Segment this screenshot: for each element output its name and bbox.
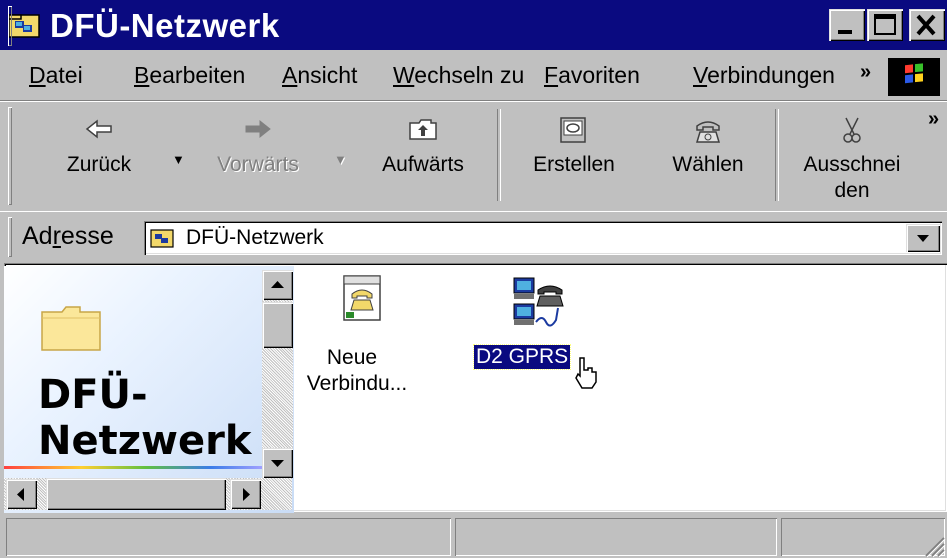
minimize-button[interactable] <box>829 9 865 41</box>
back-dropdown-arrow-icon[interactable]: ▼ <box>172 150 185 170</box>
arrow-left-icon <box>17 488 24 501</box>
dialup-connection-icon <box>513 277 564 327</box>
toolbar-overflow-chevron[interactable]: » <box>928 108 939 131</box>
windows-logo-icon <box>888 58 940 96</box>
cut-label-line2: den <box>834 179 870 202</box>
scissors-icon <box>843 117 861 143</box>
close-icon <box>916 14 936 36</box>
arrow-up-icon <box>271 281 284 288</box>
forward-dropdown-arrow-icon: ▼ <box>334 152 347 167</box>
forward-arrow-icon <box>245 119 271 139</box>
address-label: Adresse <box>22 222 114 250</box>
menu-overflow-chevron[interactable]: » <box>860 60 871 84</box>
menu-favoriten[interactable]: Favoriten <box>541 58 643 92</box>
address-grip[interactable] <box>8 217 12 257</box>
dialup-folder-icon <box>150 228 174 248</box>
scroll-right-button[interactable] <box>230 479 261 509</box>
maximize-icon <box>874 14 896 35</box>
minimize-icon <box>838 30 852 34</box>
panel-divider <box>4 466 262 469</box>
window-title: DFÜ-Netzwerk <box>50 7 280 44</box>
menu-grip[interactable] <box>8 6 12 46</box>
folder-icon <box>40 304 102 352</box>
horizontal-scroll-thumb[interactable] <box>46 478 226 510</box>
phone-icon <box>695 121 721 143</box>
maximize-button[interactable] <box>867 9 903 41</box>
menu-ansicht[interactable]: Ansicht <box>279 58 360 92</box>
toolbar-separator <box>497 109 501 201</box>
forward-button[interactable]: Vorwärts <box>194 106 322 206</box>
menu-wechseln-zu[interactable]: Wechseln zu <box>390 58 527 92</box>
folder-up-icon <box>409 119 437 140</box>
dial-button[interactable]: Wählen <box>654 106 762 206</box>
menu-bearbeiten[interactable]: Bearbeiten <box>131 58 248 92</box>
resize-grip-icon[interactable] <box>920 532 946 558</box>
file-label-line1: Neue <box>326 346 378 369</box>
vertical-scroll-thumb[interactable] <box>262 302 293 348</box>
back-label: Zurück <box>66 153 132 176</box>
address-dropdown-button[interactable] <box>906 224 940 252</box>
menu-datei[interactable]: Datei <box>26 58 86 92</box>
menu-verbindungen-label: erbindungen <box>707 62 835 88</box>
cut-label-line1: Ausschnei <box>803 153 901 176</box>
file-item-new-connection[interactable]: Neue Verbindu... <box>296 272 426 402</box>
scroll-left-button[interactable] <box>6 479 37 509</box>
chevron-down-icon <box>917 235 929 242</box>
back-arrow-icon <box>85 119 112 139</box>
scroll-up-button[interactable] <box>262 270 293 300</box>
status-pane-main <box>6 518 451 556</box>
up-button[interactable]: Aufwärts <box>368 106 478 206</box>
close-button[interactable] <box>909 9 945 41</box>
new-connection-icon <box>560 117 586 143</box>
menu-datei-label: atei <box>45 62 83 88</box>
dialup-folder-icon <box>8 12 40 38</box>
up-label: Aufwärts <box>382 153 464 176</box>
scroll-down-button[interactable] <box>262 448 293 478</box>
dial-label: Wählen <box>672 153 744 176</box>
menu-verbindungen[interactable]: Verbindungen <box>690 58 838 92</box>
cut-button[interactable]: Ausschnei den <box>786 106 918 206</box>
create-label: Erstellen <box>533 153 615 176</box>
menu-wechseln-label: echseln zu <box>414 62 525 88</box>
new-connection-icon <box>343 275 381 321</box>
status-pane-middle <box>455 518 777 556</box>
file-label: D2 GPRS <box>472 344 572 370</box>
panel-title-line2: Netzwerk <box>38 418 252 464</box>
arrow-right-icon <box>243 488 250 501</box>
arrow-down-icon <box>271 460 284 467</box>
menu-ansicht-label: nsicht <box>297 62 358 88</box>
file-label-line2: Verbindu... <box>306 372 408 395</box>
create-button[interactable]: Erstellen <box>512 106 636 206</box>
menu-favoriten-label: avoriten <box>558 62 640 88</box>
back-button[interactable]: Zurück <box>40 106 158 206</box>
menu-bearbeiten-label: earbeiten <box>149 62 246 88</box>
panel-title-line1: DFÜ- <box>38 372 148 418</box>
toolbar-separator <box>775 109 779 201</box>
hand-cursor-icon <box>575 357 597 389</box>
address-value: DFÜ-Netzwerk <box>186 226 324 249</box>
forward-label: Vorwärts <box>217 153 299 176</box>
toolbar-grip[interactable] <box>8 107 12 205</box>
